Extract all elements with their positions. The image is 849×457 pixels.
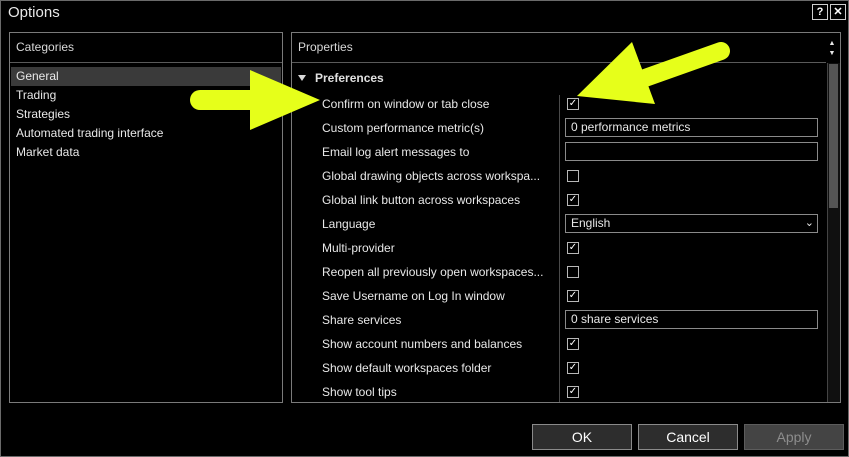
property-row-email-log-alert-messages-to: Email log alert messages to [293, 141, 826, 165]
check-icon: ✓ [568, 386, 578, 397]
annotation-arrow-left [190, 70, 320, 130]
scrollbar-thumb[interactable] [829, 64, 838, 208]
scroll-down-icon[interactable]: ▼ [826, 49, 838, 59]
close-button[interactable]: ✕ [830, 4, 846, 20]
checkbox-multi-provider[interactable]: ✓ [567, 242, 579, 254]
field-share-services[interactable]: 0 share services [565, 310, 818, 329]
property-row-show-default-workspaces-folder: Show default workspaces folder ✓ [293, 357, 826, 381]
field-value: 0 performance metrics [571, 120, 691, 134]
apply-button[interactable]: Apply [744, 424, 844, 450]
properties-scrollbar[interactable] [827, 63, 840, 402]
property-label: Email log alert messages to [322, 145, 470, 159]
property-label: Global link button across workspaces [322, 193, 521, 207]
properties-grid: Preferences Confirm on window or tab clo… [293, 63, 826, 402]
property-row-share-services: Share services 0 share services [293, 309, 826, 333]
check-icon: ✓ [568, 194, 578, 205]
checkbox-reopen-all-previously-open-workspaces[interactable] [567, 266, 579, 278]
annotation-arrow-right [577, 42, 730, 104]
property-row-custom-performance-metric-s: Custom performance metric(s) 0 performanc… [293, 117, 826, 141]
property-label: Custom performance metric(s) [322, 121, 485, 135]
check-icon: ✓ [568, 290, 578, 301]
categories-header: Categories [16, 40, 75, 54]
property-label: Reopen all previously open workspaces... [322, 265, 544, 279]
property-row-reopen-all-previously-open-workspaces: Reopen all previously open workspaces... [293, 261, 826, 285]
property-row-language: Language English ⌄ [293, 213, 826, 237]
check-icon: ✓ [568, 242, 578, 253]
categories-separator [10, 62, 282, 63]
property-label: Language [322, 217, 376, 231]
property-label: Show default workspaces folder [322, 361, 492, 375]
property-label: Save Username on Log In window [322, 289, 505, 303]
checkbox-global-drawing-objects-across-workspa[interactable] [567, 170, 579, 182]
property-label: Multi-provider [322, 241, 395, 255]
field-email-log-alert-messages-to[interactable] [565, 142, 818, 161]
checkbox-global-link-button-across-workspaces[interactable]: ✓ [567, 194, 579, 206]
property-label: Global drawing objects across workspa... [322, 169, 541, 183]
property-row-global-drawing-objects-across-workspa: Global drawing objects across workspa... [293, 165, 826, 189]
properties-header: Properties [298, 40, 353, 54]
window-title: Options [8, 4, 60, 21]
group-preferences-label: Preferences [315, 71, 384, 85]
property-row-global-link-button-across-workspaces: Global link button across workspaces ✓ [293, 189, 826, 213]
checkbox-show-account-numbers-and-balances[interactable]: ✓ [567, 338, 579, 350]
check-icon: ✓ [568, 338, 578, 349]
checkbox-show-default-workspaces-folder[interactable]: ✓ [567, 362, 579, 374]
property-label: Show account numbers and balances [322, 337, 523, 351]
property-label: Share services [322, 313, 402, 327]
property-row-save-username-on-log-in-window: Save Username on Log In window ✓ [293, 285, 826, 309]
scroll-arrows[interactable]: ▲ ▼ [826, 39, 838, 61]
field-value: English [571, 216, 611, 230]
property-row-confirm-on-window-or-tab-close: Confirm on window or tab close ✓ [293, 93, 826, 117]
title-bar: Options ? ✕ [1, 1, 848, 25]
field-custom-performance-metric-s[interactable]: 0 performance metrics [565, 118, 818, 137]
select-language[interactable]: English ⌄ [565, 214, 818, 233]
checkbox-show-tool-tips[interactable]: ✓ [567, 386, 579, 398]
property-label: Confirm on window or tab close [322, 97, 490, 111]
property-row-show-account-numbers-and-balances: Show account numbers and balances ✓ [293, 333, 826, 357]
category-item-market-data[interactable]: Market data [11, 143, 281, 162]
scroll-up-icon[interactable]: ▲ [826, 39, 838, 49]
property-row-show-tool-tips: Show tool tips ✓ [293, 381, 826, 402]
checkbox-save-username-on-log-in-window[interactable]: ✓ [567, 290, 579, 302]
help-button[interactable]: ? [812, 4, 828, 20]
cancel-button[interactable]: Cancel [638, 424, 738, 450]
ok-button[interactable]: OK [532, 424, 632, 450]
field-value: 0 share services [571, 312, 659, 326]
property-label: Show tool tips [322, 385, 397, 399]
check-icon: ✓ [568, 362, 578, 373]
properties-panel: Properties ▲ ▼ Preferences Confirm on wi… [291, 32, 841, 403]
property-row-multi-provider: Multi-provider ✓ [293, 237, 826, 261]
chevron-down-icon[interactable]: ⌄ [805, 215, 814, 232]
